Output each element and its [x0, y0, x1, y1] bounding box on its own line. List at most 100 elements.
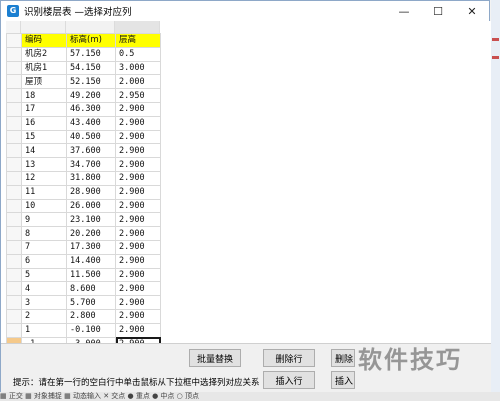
header-cell-elevation[interactable]: 标高(m)	[66, 33, 116, 48]
code-cell[interactable]: 屋顶	[21, 74, 67, 90]
minimize-button[interactable]: —	[387, 1, 421, 21]
row-header[interactable]	[6, 101, 22, 117]
code-cell[interactable]: 12	[21, 170, 67, 186]
elevation-cell[interactable]: 5.700	[66, 295, 116, 310]
batch-replace-button[interactable]: 批量替换	[189, 349, 241, 367]
elevation-cell[interactable]: 46.300	[66, 101, 116, 117]
code-cell[interactable]: 13	[21, 157, 67, 172]
floor-height-cell[interactable]: 2.900	[115, 322, 161, 338]
code-cell[interactable]: 16	[21, 115, 67, 131]
row-header[interactable]	[6, 295, 22, 310]
delete-row-button[interactable]: 删除行	[263, 349, 315, 367]
code-cell[interactable]: 机房2	[21, 46, 67, 62]
code-cell[interactable]: 3	[21, 295, 67, 310]
floor-height-cell[interactable]: 2.900	[115, 170, 161, 186]
code-cell[interactable]: 10	[21, 198, 67, 214]
close-button[interactable]: ✕	[455, 1, 489, 21]
row-header[interactable]	[6, 88, 22, 103]
floor-height-cell[interactable]: 2.900	[115, 212, 161, 228]
row-header[interactable]	[6, 157, 22, 172]
floor-table-grid[interactable]: 编码 标高(m) 层高 机房2 57.150 0.5 机房1 54.150 3.000 屋顶…	[6, 21, 491, 343]
floor-height-cell[interactable]: 3.000	[115, 60, 161, 76]
elevation-cell[interactable]: 37.600	[66, 143, 116, 159]
row-header[interactable]	[6, 60, 22, 76]
row-header[interactable]	[6, 239, 22, 255]
elevation-cell[interactable]: 43.400	[66, 115, 116, 131]
row-header[interactable]	[6, 308, 22, 324]
code-cell[interactable]: 14	[21, 143, 67, 159]
code-cell[interactable]: 15	[21, 129, 67, 145]
code-cell[interactable]: 6	[21, 253, 67, 269]
elevation-cell[interactable]: 17.300	[66, 239, 116, 255]
header-cell-floor-height[interactable]: 层高	[115, 33, 161, 48]
floor-height-cell[interactable]: 2.900	[115, 267, 161, 283]
row-header[interactable]	[6, 129, 22, 145]
row-header[interactable]	[6, 253, 22, 269]
floor-height-cell[interactable]: 2.900	[115, 253, 161, 269]
insert-column-button[interactable]: 插入	[331, 371, 355, 389]
floor-height-cell[interactable]: 2.900	[115, 115, 161, 131]
floor-height-cell[interactable]: 2.900	[115, 143, 161, 159]
row-header[interactable]	[6, 115, 22, 131]
floor-height-cell[interactable]: 2.900	[115, 198, 161, 214]
column-header-1[interactable]	[21, 21, 66, 33]
insert-row-button[interactable]: 插入行	[263, 371, 315, 389]
code-cell[interactable]: 9	[21, 212, 67, 228]
code-cell[interactable]: 机房1	[21, 60, 67, 76]
elevation-cell[interactable]: 26.000	[66, 198, 116, 214]
row-header[interactable]	[6, 322, 22, 338]
elevation-cell[interactable]: 2.800	[66, 308, 116, 324]
maximize-button[interactable]: ☐	[421, 1, 455, 21]
floor-height-cell[interactable]: 2.900	[115, 295, 161, 310]
header-cell-code[interactable]: 编码	[21, 33, 67, 48]
row-header[interactable]	[6, 198, 22, 214]
floor-height-cell[interactable]: 2.900	[115, 308, 161, 324]
elevation-cell[interactable]: 40.500	[66, 129, 116, 145]
code-cell[interactable]: 1	[21, 322, 67, 338]
code-cell[interactable]: 5	[21, 267, 67, 283]
floor-height-cell[interactable]: 2.900	[115, 226, 161, 241]
code-cell[interactable]: 18	[21, 88, 67, 103]
elevation-cell[interactable]: 28.900	[66, 184, 116, 200]
elevation-cell[interactable]: -0.100	[66, 322, 116, 338]
floor-height-cell[interactable]: 2.000	[115, 74, 161, 90]
row-header[interactable]	[6, 170, 22, 186]
elevation-cell[interactable]: 11.500	[66, 267, 116, 283]
elevation-cell[interactable]: 8.600	[66, 281, 116, 297]
row-header[interactable]	[6, 226, 22, 241]
elevation-cell[interactable]: 20.200	[66, 226, 116, 241]
code-cell[interactable]: 8	[21, 226, 67, 241]
column-header-2[interactable]	[66, 21, 115, 33]
elevation-cell[interactable]: 34.700	[66, 157, 116, 172]
elevation-cell[interactable]: 52.150	[66, 74, 116, 90]
row-header[interactable]	[6, 143, 22, 159]
code-cell[interactable]: 17	[21, 101, 67, 117]
code-cell[interactable]: 4	[21, 281, 67, 297]
row-header[interactable]	[6, 281, 22, 297]
code-cell[interactable]: 7	[21, 239, 67, 255]
row-header[interactable]	[6, 267, 22, 283]
elevation-cell[interactable]: 14.400	[66, 253, 116, 269]
elevation-cell[interactable]: 23.100	[66, 212, 116, 228]
row-header[interactable]	[6, 46, 22, 62]
title-bar[interactable]: G 识别楼层表 —选择对应列 — ☐ ✕	[1, 1, 489, 21]
row-header[interactable]	[6, 33, 22, 48]
floor-height-cell[interactable]: 2.900	[115, 129, 161, 145]
floor-height-cell[interactable]: 2.900	[115, 281, 161, 297]
floor-height-cell[interactable]: 2.900	[115, 157, 161, 172]
floor-height-cell[interactable]: 2.900	[115, 184, 161, 200]
code-cell[interactable]: 11	[21, 184, 67, 200]
floor-height-cell[interactable]: 2.950	[115, 88, 161, 103]
floor-height-cell[interactable]: 2.900	[115, 101, 161, 117]
elevation-cell[interactable]: 54.150	[66, 60, 116, 76]
elevation-cell[interactable]: 49.200	[66, 88, 116, 103]
elevation-cell[interactable]: 31.800	[66, 170, 116, 186]
row-header[interactable]	[6, 74, 22, 90]
column-header-3[interactable]	[115, 21, 160, 33]
elevation-cell[interactable]: 57.150	[66, 46, 116, 62]
floor-height-cell[interactable]: 2.900	[115, 239, 161, 255]
grid-corner[interactable]	[6, 21, 21, 33]
row-header[interactable]	[6, 212, 22, 228]
row-header[interactable]	[6, 184, 22, 200]
delete-column-button[interactable]: 删除	[331, 349, 355, 367]
